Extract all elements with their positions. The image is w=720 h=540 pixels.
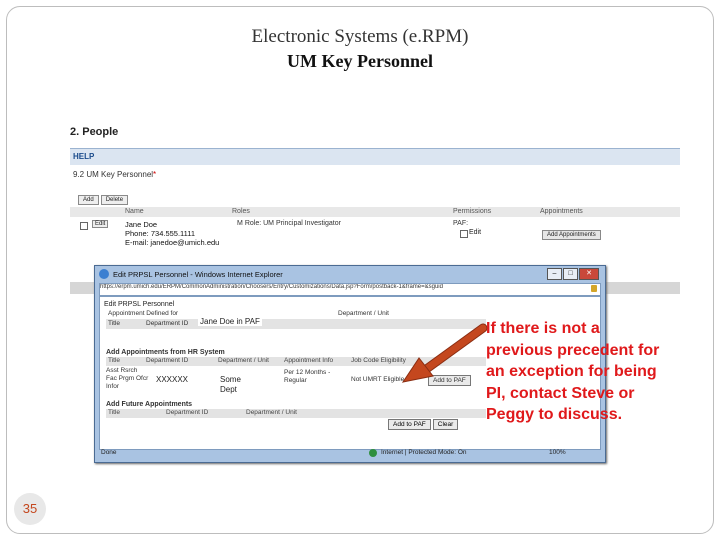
key-personnel-title: 9.2 UM Key Personnel* (73, 170, 156, 179)
address-bar[interactable]: https://erpm.umich.edu/ERPM/CommonAdmini… (99, 283, 601, 296)
hr-row-dept-name: Some Dept (220, 375, 241, 395)
hr-row-appointment-line2: Regular (284, 377, 307, 384)
help-button[interactable]: HELP (73, 152, 94, 161)
row-edit-button[interactable]: Edit (92, 220, 109, 228)
col-roles: Roles (232, 208, 250, 215)
required-mark: * (153, 170, 157, 179)
hr-row-appointment-line1: Per 12 Months - (284, 369, 331, 376)
help-bar: HELP (70, 148, 680, 165)
close-icon[interactable]: ✕ (579, 268, 599, 280)
callout-arrow-icon (401, 323, 488, 383)
row-checkbox[interactable] (80, 222, 88, 230)
personnel-button-row: Add Delete (78, 194, 130, 205)
hr-row-dept-line1: Some (220, 375, 241, 384)
hr-section-title: Add Appointments from HR System (106, 349, 225, 356)
col-department-id: Department ID (146, 320, 189, 327)
hr-row-dept-line2: Dept (220, 385, 237, 394)
row-paf-label: PAF: (453, 220, 469, 227)
callout-text: If there is not a previous precedent for… (486, 320, 660, 424)
status-done: Done (101, 449, 117, 456)
person-card: Jane Doe Phone: 734.555.1111 E-mail: jan… (122, 220, 237, 247)
lock-icon[interactable] (591, 285, 597, 292)
window-controls: – □ ✕ (546, 268, 599, 280)
hr-row-title: Asst Rsrch Fac Prgm Ofcr Infor (106, 367, 149, 390)
popup-page-title: Edit PRPSL Personnel (104, 301, 175, 308)
row-role: UM Role: UM Principal Investigator (232, 220, 341, 227)
future-add-to-paf-button[interactable]: Add to PAF (388, 419, 431, 430)
col-appointment-defined-for: Appointment Defined for (108, 310, 179, 317)
globe-icon (369, 449, 377, 457)
minimize-icon[interactable]: – (547, 268, 562, 280)
pi-name-label: Jane Doe in PAF (198, 317, 262, 326)
add-button[interactable]: Add (78, 195, 99, 205)
slide-title-line1: Electronic Systems (e.RPM) (251, 26, 469, 47)
hr-col-title: Title (108, 357, 121, 364)
status-zoom[interactable]: 100% (549, 449, 566, 456)
hr-col-appointment-info: Appointment Info (284, 357, 334, 364)
col-title: Title (108, 320, 121, 327)
maximize-icon[interactable]: □ (563, 268, 578, 280)
col-appointments: Appointments (540, 208, 583, 215)
popup-window-title: Edit PRPSL Personnel - Windows Internet … (113, 270, 283, 279)
ie-logo-icon (99, 269, 109, 279)
delete-button[interactable]: Delete (100, 195, 129, 205)
url-text: https://erpm.umich.edu/ERPM/CommonAdmini… (100, 284, 443, 290)
future-buttons: Add to PAF Clear (388, 419, 460, 430)
clear-button[interactable]: Clear (432, 419, 459, 430)
col-permissions: Permissions (453, 208, 492, 215)
key-personnel-title-text: 9.2 UM Key Personnel (73, 170, 154, 179)
popup-titlebar: Edit PRPSL Personnel - Windows Internet … (99, 268, 599, 282)
future-col-title: Title (108, 409, 121, 416)
person-email: E-mail: janedoe@umich.edu (125, 238, 220, 247)
col-name: Name (125, 208, 144, 215)
hr-col-department-unit: Department / Unit (218, 357, 269, 364)
status-zone: Internet | Protected Mode: On (381, 449, 467, 456)
ie-status-bar: Done Internet | Protected Mode: On 100% (99, 448, 599, 459)
hr-row-appointment: Per 12 Months - Regular (284, 369, 330, 385)
paf-edit-checkbox[interactable] (460, 230, 468, 238)
person-name: Jane Doe (125, 220, 158, 229)
hr-col-department-id: Department ID (146, 357, 189, 364)
future-col-department-id: Department ID (166, 409, 209, 416)
paf-edit-label: Edit (469, 229, 482, 236)
future-table-header: Title Department ID Department / Unit (106, 409, 486, 418)
col-department-unit: Department / Unit (338, 310, 389, 317)
personnel-table-header: Name Roles Permissions Appointments (70, 207, 680, 217)
hr-row-dept-id: XXXXXX (156, 375, 216, 385)
add-appointments-button[interactable]: Add Appointments (542, 230, 601, 240)
future-section-title: Add Future Appointments (106, 401, 193, 408)
people-heading: 2. People (70, 126, 119, 138)
person-phone: Phone: 734.555.1111 (125, 229, 196, 238)
slide-title-line2: UM Key Personnel (287, 51, 433, 71)
slide-number: 35 (14, 493, 46, 525)
future-col-department-unit: Department / Unit (246, 409, 297, 416)
